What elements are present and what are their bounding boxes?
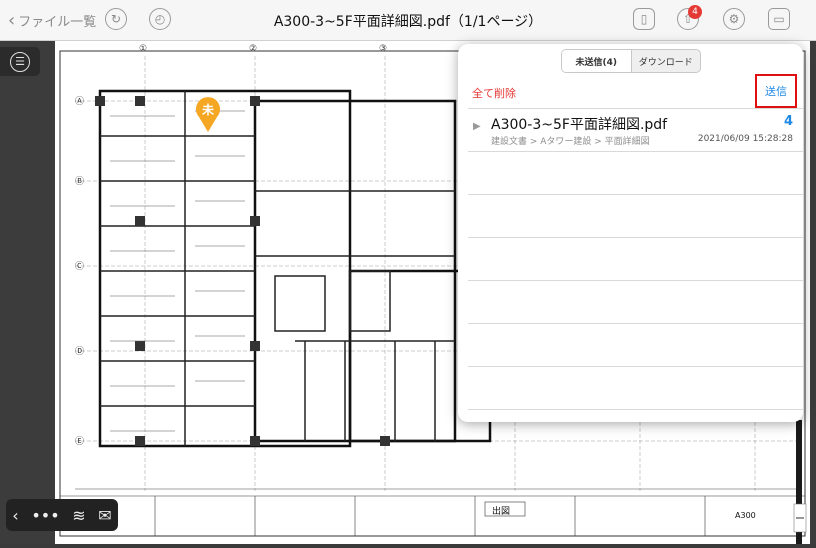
- grid-label: Ⓑ: [75, 177, 85, 187]
- refresh-icon[interactable]: ↻: [105, 8, 127, 30]
- layers-icon[interactable]: ≋: [72, 506, 85, 525]
- more-icon[interactable]: •••: [31, 506, 59, 525]
- delete-all-button[interactable]: 全て削除: [472, 85, 516, 101]
- pin-marker[interactable]: 未: [195, 97, 221, 133]
- pin-label: 未: [201, 103, 214, 117]
- zoom-slider[interactable]: [788, 420, 812, 544]
- grid-label: ①: [139, 44, 148, 54]
- unsent-count: 4: [783, 114, 793, 129]
- grid-label: Ⓒ: [75, 262, 85, 272]
- mail-icon[interactable]: ✉: [98, 506, 111, 525]
- segmented-tabs: 未送信(4) ダウンロード: [561, 49, 701, 73]
- back-button[interactable]: ‹ ファイル一覧: [8, 11, 96, 30]
- chevron-left-icon: ‹: [8, 9, 16, 31]
- top-toolbar: ‹ ファイル一覧 ↻ ◴ A300-3~5F平面詳細図.pdf（1/1ページ） …: [0, 0, 816, 41]
- expand-triangle-icon[interactable]: ▶: [473, 121, 481, 132]
- grid-label: Ⓔ: [75, 437, 85, 447]
- tab-download[interactable]: ダウンロード: [632, 50, 701, 72]
- unsent-count-badge: 4: [688, 5, 702, 19]
- compass-icon[interactable]: ◴: [149, 8, 171, 30]
- tab-unsent[interactable]: 未送信(4): [562, 50, 632, 72]
- list-item: [468, 323, 803, 366]
- list-item[interactable]: ▶ A300-3~5F平面詳細図.pdf 建設文書 > Aタワー建設 > 平面詳…: [468, 108, 803, 151]
- unsent-popover: 未送信(4) ダウンロード 全て削除 送信 ▶ A300-3~5F平面詳細図.p…: [458, 44, 803, 422]
- list-item: [468, 151, 803, 194]
- drawing-stamp: 出図: [492, 507, 511, 517]
- back-label: ファイル一覧: [18, 15, 97, 30]
- list-item: [468, 194, 803, 237]
- send-button[interactable]: 送信: [755, 74, 797, 108]
- chevron-left-icon[interactable]: ‹: [12, 506, 18, 525]
- grid-label: Ⓓ: [75, 347, 85, 357]
- grid-label: ③: [379, 44, 388, 54]
- list-icon: ☰: [10, 51, 30, 72]
- bookmark-icon[interactable]: ▯: [633, 8, 655, 30]
- unsent-list: ▶ A300-3~5F平面詳細図.pdf 建設文書 > Aタワー建設 > 平面詳…: [468, 108, 803, 410]
- file-name: A300-3~5F平面詳細図.pdf: [491, 117, 668, 133]
- slider-track: [793, 420, 807, 544]
- list-item: [468, 366, 803, 410]
- list-item: [468, 237, 803, 280]
- list-item: [468, 280, 803, 323]
- window-icon[interactable]: ▭: [768, 8, 790, 30]
- file-path: 建設文書 > Aタワー建設 > 平面詳細図: [491, 137, 650, 147]
- grid-label: ②: [249, 44, 258, 54]
- menu-button[interactable]: ☰: [0, 47, 40, 76]
- grid-label: Ⓐ: [75, 97, 85, 107]
- send-label: 送信: [765, 85, 787, 98]
- sheet-id: A300: [735, 511, 756, 520]
- gear-icon[interactable]: ⚙: [723, 8, 745, 30]
- timestamp: 2021/06/09 15:28:28: [697, 134, 793, 144]
- bottom-toolbar: ‹ ••• ≋ ✉: [6, 499, 118, 531]
